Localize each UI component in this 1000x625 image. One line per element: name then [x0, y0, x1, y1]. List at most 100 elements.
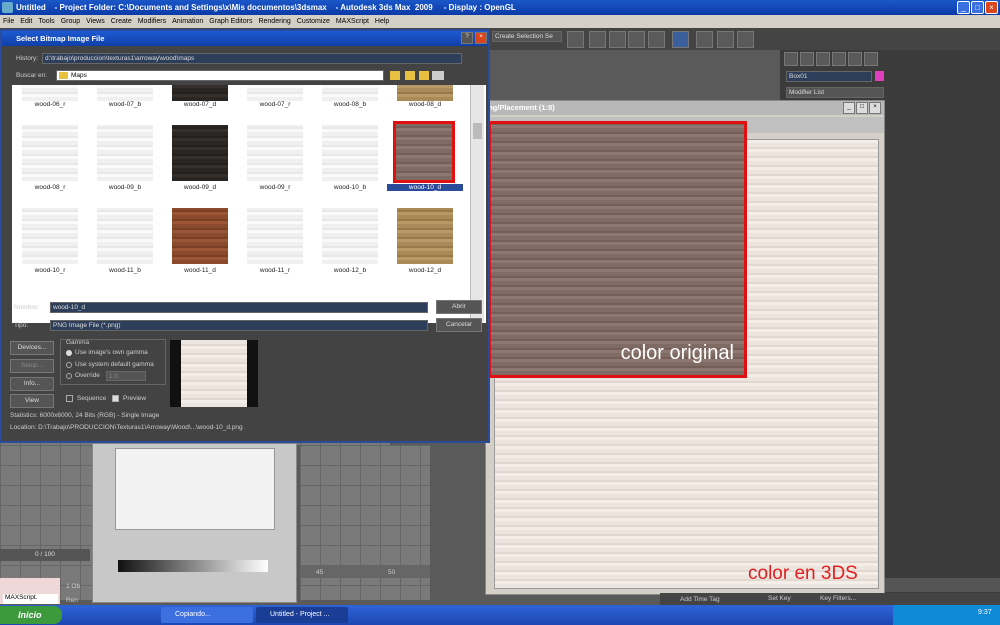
lookin-dropdown[interactable]: Maps	[56, 70, 384, 81]
view-menu-icon[interactable]	[432, 71, 444, 80]
menu-create[interactable]: Create	[111, 18, 132, 25]
layer-icon[interactable]	[609, 31, 626, 48]
menu-group[interactable]: Group	[61, 18, 80, 25]
object-color-swatch[interactable]	[875, 71, 884, 81]
file-label: wood-10_r	[34, 267, 66, 274]
view-button[interactable]: View	[10, 394, 54, 408]
devices-button[interactable]: Devices...	[10, 341, 54, 355]
material-editor-icon[interactable]	[672, 31, 689, 48]
scroll-thumb[interactable]	[473, 123, 482, 139]
close-icon[interactable]: ×	[985, 1, 998, 14]
gamma-radio-own[interactable]	[66, 350, 72, 356]
dialog-help-button[interactable]: ?	[461, 32, 473, 44]
quick-render-icon[interactable]	[737, 31, 754, 48]
file-label: wood-07_r	[259, 101, 291, 108]
schematic-icon[interactable]	[648, 31, 665, 48]
menu-rendering[interactable]: Rendering	[258, 18, 290, 25]
back-icon[interactable]	[390, 71, 400, 80]
menu-views[interactable]: Views	[86, 18, 105, 25]
menu-maxscript[interactable]: MAXScript	[336, 18, 369, 25]
dialog-close-button[interactable]: ×	[475, 32, 487, 44]
menu-customize[interactable]: Customize	[297, 18, 330, 25]
thumb-wood-08_r[interactable]	[22, 125, 78, 181]
history-dropdown[interactable]: d:\trabajo\produccion\texturas1\arroway\…	[42, 53, 462, 64]
curve-editor-icon[interactable]	[628, 31, 645, 48]
motion-tab-icon[interactable]	[832, 52, 846, 66]
grid-scrollbar[interactable]	[470, 85, 484, 323]
open-button[interactable]: Abrir	[436, 300, 482, 314]
align-icon[interactable]	[589, 31, 606, 48]
thumb-wood-10_d-selected[interactable]	[393, 121, 455, 183]
cancel-button[interactable]: Cancelar	[436, 318, 482, 332]
location-text: Location: D:\Trabajo\PRODUCCION\Texturas…	[10, 424, 243, 431]
thumb-wood-11_b[interactable]	[97, 208, 153, 264]
object-name-field[interactable]: Box01	[786, 71, 872, 82]
thumb-wood-09_d[interactable]	[172, 125, 228, 181]
override-value-input[interactable]: 1.0	[106, 371, 146, 381]
dialog-title: Select Bitmap Image File	[2, 31, 488, 46]
quicklaunch-icons[interactable]	[66, 609, 156, 621]
preview-checkbox[interactable]	[112, 395, 119, 402]
menu-tools[interactable]: Tools	[38, 18, 54, 25]
thumb-wood-11_r[interactable]	[247, 208, 303, 264]
maximize-icon[interactable]: □	[971, 1, 984, 14]
thumb-wood-12_b[interactable]	[322, 208, 378, 264]
task-copying[interactable]: Copiando...	[161, 607, 253, 623]
utilities-tab-icon[interactable]	[864, 52, 878, 66]
thumb-wood-07_b[interactable]	[97, 85, 153, 101]
thumb-wood-09_b[interactable]	[97, 125, 153, 181]
task-3dsmax[interactable]: Untitled - Project ...	[256, 607, 348, 623]
render-frame-icon[interactable]	[717, 31, 734, 48]
menu-help[interactable]: Help	[375, 18, 389, 25]
menu-graph-editors[interactable]: Graph Editors	[209, 18, 252, 25]
file-type-dropdown[interactable]: PNG Image File (*.png)	[50, 320, 428, 331]
menu-animation[interactable]: Animation	[172, 18, 203, 25]
key-filters-button[interactable]: Key Filters...	[820, 595, 856, 602]
new-folder-icon[interactable]	[419, 71, 429, 80]
thumb-wood-07_r[interactable]	[247, 85, 303, 101]
material-maximize-button[interactable]: □	[856, 102, 868, 114]
modify-tab-icon[interactable]	[800, 52, 814, 66]
display-tab-icon[interactable]	[848, 52, 862, 66]
minimize-icon[interactable]: _	[957, 1, 970, 14]
menu-edit[interactable]: Edit	[20, 18, 32, 25]
hierarchy-tab-icon[interactable]	[816, 52, 830, 66]
menu-file[interactable]: File	[3, 18, 14, 25]
thumb-wood-10_b[interactable]	[322, 125, 378, 181]
filename-input[interactable]: wood-10_d	[50, 302, 428, 313]
material-close-button[interactable]: ×	[869, 102, 881, 114]
statistics-text: Statistics: 6000x6000, 24 Bits (RGB) - S…	[10, 412, 160, 419]
thumb-wood-08_b[interactable]	[322, 85, 378, 101]
timeline-slider[interactable]: 0 / 100	[0, 549, 90, 561]
thumb-wood-12_d[interactable]	[397, 208, 453, 264]
thumb-wood-08_d[interactable]	[397, 85, 453, 101]
sequence-checkbox[interactable]	[66, 395, 73, 402]
file-label: wood-11_b	[109, 267, 141, 274]
thumb-wood-06_r[interactable]	[22, 85, 78, 101]
play-controls[interactable]	[885, 578, 1000, 592]
preview-label: Preview	[123, 395, 147, 402]
thumb-wood-10_r[interactable]	[22, 208, 78, 264]
create-tab-icon[interactable]	[784, 52, 798, 66]
selection-set-dropdown[interactable]: Create Selection Se	[492, 31, 562, 42]
up-folder-icon[interactable]	[405, 71, 415, 80]
add-time-tag[interactable]: Add Time Tag	[680, 596, 720, 603]
viewport-left[interactable]	[0, 445, 92, 600]
info-button[interactable]: Info...	[10, 377, 54, 391]
start-button[interactable]: Inicio	[0, 606, 62, 624]
modifier-list-dropdown[interactable]: Modifier List	[786, 87, 884, 98]
render-setup-icon[interactable]	[696, 31, 713, 48]
preview-thumbnail	[181, 340, 247, 407]
history-label: History:	[16, 55, 39, 62]
menu-modifiers[interactable]: Modifiers	[138, 18, 166, 25]
select-bitmap-dialog: Select Bitmap Image File ? × History: d:…	[0, 29, 490, 443]
curve-graph[interactable]	[115, 448, 275, 530]
set-key-button[interactable]: Set Key	[768, 595, 791, 602]
material-minimize-button[interactable]: _	[843, 102, 855, 114]
mirror-icon[interactable]	[567, 31, 584, 48]
thumb-wood-09_r[interactable]	[247, 125, 303, 181]
gamma-radio-override[interactable]	[66, 373, 72, 379]
gamma-radio-system[interactable]	[66, 362, 72, 368]
thumb-wood-11_d[interactable]	[172, 208, 228, 264]
thumb-wood-07_d[interactable]	[172, 85, 228, 101]
